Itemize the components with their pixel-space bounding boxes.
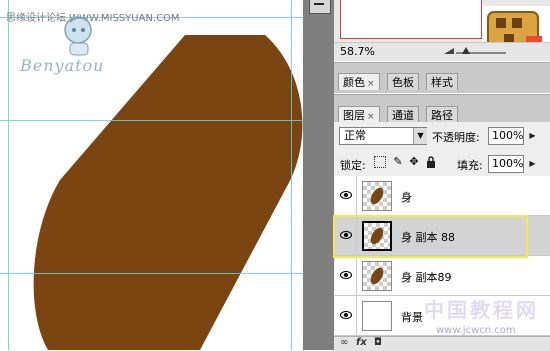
lock-paint-brush-icon[interactable]: ✎ <box>392 156 404 168</box>
visibility-toggle[interactable] <box>335 176 357 215</box>
guide-line-horizontal <box>0 273 303 274</box>
opacity-label: 不透明度: <box>432 131 480 144</box>
eye-icon <box>340 191 352 199</box>
benyatou-logo-text: Benyatou <box>20 56 105 75</box>
opacity-arrow-icon[interactable]: ▶ <box>527 128 538 144</box>
layer-name[interactable]: 身 <box>401 189 412 205</box>
opacity-input[interactable]: 100% <box>488 127 524 145</box>
close-icon[interactable]: × <box>367 112 375 122</box>
layer-thumbnail <box>362 181 392 211</box>
fill-input[interactable]: 100% <box>488 155 524 173</box>
layer-thumbnail <box>362 261 392 291</box>
navigator-view-box[interactable] <box>340 0 482 39</box>
guide-line-horizontal <box>0 120 303 121</box>
layer-thumbnail <box>362 301 392 331</box>
lock-transparent-icon[interactable] <box>374 156 386 168</box>
tab-styles[interactable]: 样式 <box>426 73 458 90</box>
zoom-out-icon[interactable] <box>444 46 454 54</box>
layer-name[interactable]: 身 副本89 <box>401 269 452 285</box>
minimize-icon <box>314 3 324 5</box>
zoom-slider-thumb[interactable] <box>462 47 470 54</box>
guide-line-vertical <box>8 0 9 350</box>
tab-layers-label: 图层 <box>343 109 365 122</box>
tab-swatches[interactable]: 色板 <box>387 73 419 90</box>
layer-row[interactable]: 身 <box>335 176 550 216</box>
lock-label: 锁定: <box>340 159 366 172</box>
tab-color-label: 颜色 <box>343 76 365 89</box>
add-mask-icon[interactable]: ◘ <box>374 337 382 348</box>
site-watermark-url: www.jcwcn.com <box>436 325 516 336</box>
visibility-toggle[interactable] <box>335 256 357 295</box>
tab-channels-label: 通道 <box>392 109 414 122</box>
fill-label: 填充: <box>457 159 483 172</box>
selection-highlight <box>333 215 528 258</box>
tab-layers[interactable]: 图层 × <box>338 106 380 123</box>
canvas-gutter <box>303 0 334 350</box>
tab-styles-label: 样式 <box>431 76 453 89</box>
fx-button[interactable]: fx <box>356 337 367 348</box>
lock-all-padlock-icon[interactable] <box>425 156 437 168</box>
link-layers-icon[interactable]: ∞ <box>340 337 348 348</box>
lock-position-move-icon[interactable]: ✥ <box>408 156 420 168</box>
tab-paths-label: 路径 <box>431 109 453 122</box>
guide-line-vertical <box>291 0 292 350</box>
close-icon[interactable]: × <box>367 79 375 89</box>
zoom-value[interactable]: 58.7% <box>340 45 375 58</box>
eye-icon <box>340 311 352 319</box>
fill-arrow-icon[interactable]: ▶ <box>527 156 538 172</box>
tab-swatches-label: 色板 <box>392 76 414 89</box>
chevron-down-icon[interactable]: ▼ <box>413 128 427 144</box>
site-watermark-text: 中国教程网 <box>424 298 539 322</box>
document-canvas[interactable]: 思缘设计论坛 WWW.MISSYUAN.COM Benyatou <box>0 0 303 350</box>
brown-pill-shape <box>33 35 303 350</box>
tab-paths[interactable]: 路径 <box>426 106 458 123</box>
eye-icon <box>340 271 352 279</box>
visibility-toggle[interactable] <box>335 296 357 335</box>
tab-channels[interactable]: 通道 <box>387 106 419 123</box>
tab-color[interactable]: 颜色 × <box>338 73 380 90</box>
mascot-logo-icon <box>64 16 92 56</box>
